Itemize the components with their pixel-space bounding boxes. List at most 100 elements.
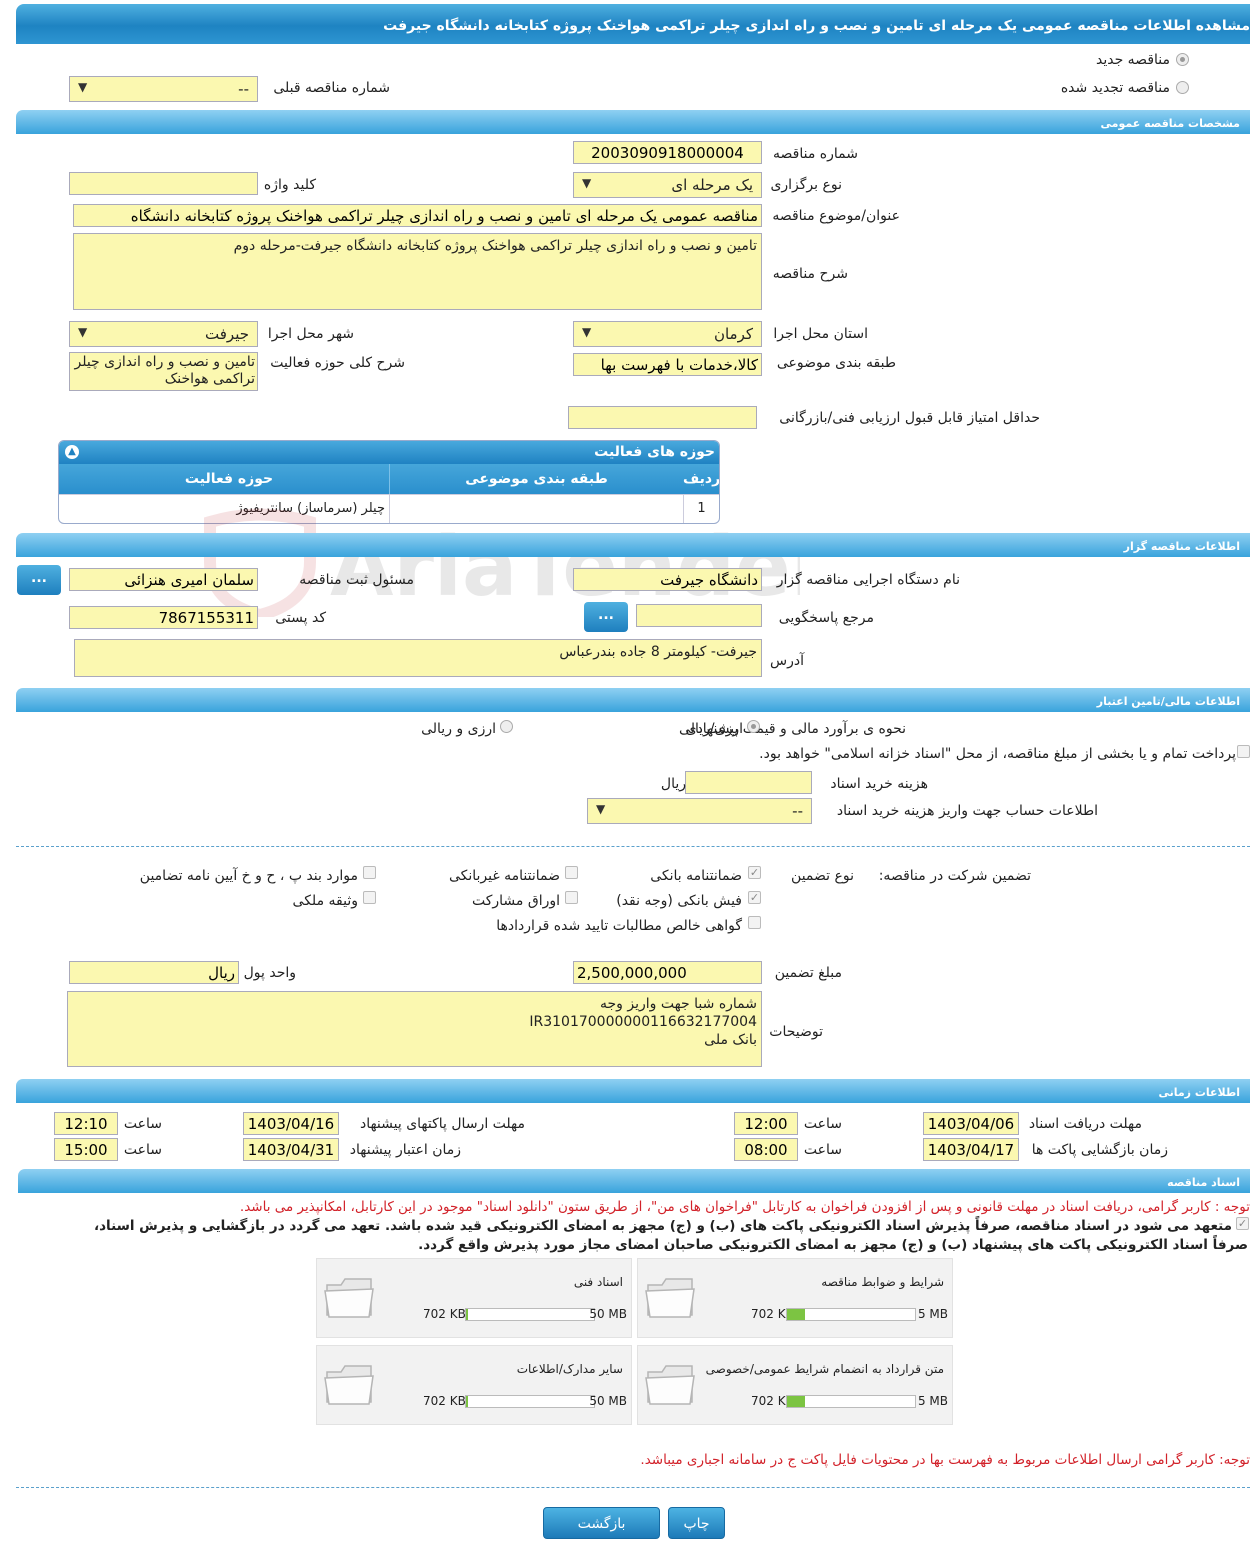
bank-receipt-checkbox[interactable]: ✓ [748,891,761,904]
radio-currency-and-rial-label: ارزی و ریالی [421,721,496,737]
send-deadline-date[interactable]: 1403/04/16 [243,1112,339,1135]
radio-new-tender[interactable] [1176,53,1189,66]
notes-label: توضیحات [769,1024,823,1040]
postal-code-label: کد پستی [275,610,326,626]
tender-desc-field[interactable]: تامین و نصب و راه اندازی چیلر تراکمی هوا… [73,233,762,310]
doc-deadline-time[interactable]: 12:00 [734,1112,798,1135]
reference-label: مرجع پاسخگویی [778,610,874,626]
doc-file-progress-fill [466,1396,468,1407]
activity-grid-header: حوزه های فعالیت ▲ [59,441,719,464]
doc-cost-label: هزینه خرید اسناد [830,776,928,792]
radio-currency-rial[interactable] [747,720,760,733]
commit-text-line1: متعهد می شود در اسناد مناقصه، صرفاً پذیر… [93,1218,1232,1234]
radio-currency-and-rial[interactable] [500,720,513,733]
bonds-checkbox[interactable] [565,891,578,904]
opening-date[interactable]: 1403/04/17 [923,1138,1019,1161]
doc-deadline-label: مهلت دریافت اسناد [1028,1116,1142,1132]
scope-label: شرح کلی حوزه فعالیت [270,355,405,371]
keyword-field[interactable] [69,172,258,195]
scope-field[interactable]: تامین و نصب و راه اندازی چیلر تراکمی هوا… [69,352,258,391]
city-label: شهر محل اجرا [267,326,354,342]
commit-text-line2: صرفاً اسناد الکترونیکی پاکت های پیشنهاد … [418,1237,1248,1253]
print-button[interactable]: چاپ [668,1507,725,1539]
province-select[interactable]: کرمان ▼ [573,321,762,347]
chevron-down-icon: ▼ [78,325,88,339]
city-select[interactable]: جیرفت ▼ [69,321,258,347]
bank-guarantee-checkbox[interactable]: ✓ [748,866,761,879]
commit-checkbox[interactable]: ✓ [1236,1217,1249,1230]
holding-type-select[interactable]: یک مرحله ای ▼ [573,172,762,198]
doc-file-max: 50 MB [589,1307,627,1321]
address-label: آدرس [770,653,804,669]
postal-code-field[interactable]: 7867155311 [69,606,258,629]
nonbank-guarantee-checkbox[interactable] [565,866,578,879]
holding-type-label: نوع برگزاری [770,177,842,193]
bank-guarantee-label: ضمانتنامه بانکی [650,868,742,884]
doc-file-progress [786,1395,916,1408]
doc-file-tile[interactable]: متن قرارداد به انضمام شرایط عمومی/خصوصی … [637,1345,953,1425]
back-button[interactable]: بازگشت [543,1507,660,1539]
guarantee-label: تضمین شرکت در مناقصه: [878,868,1031,884]
doc-cost-unit: ریال [660,776,686,792]
opening-time-label: ساعت [803,1142,842,1158]
responsible-field[interactable]: سلمان امیری هنزائی [69,568,258,591]
divider [16,1487,1250,1488]
min-score-field[interactable] [568,406,757,429]
items-bpjk-label: موارد بند پ ، ح و خ آیین نامه تضامین [139,868,358,884]
doc-file-used: 702 KB [423,1394,466,1408]
tender-title-field[interactable]: مناقصه عمومی یک مرحله ای تامین و نصب و ر… [73,204,762,227]
treasury-checkbox[interactable] [1237,745,1250,758]
folder-icon [324,1278,374,1318]
chevron-down-icon: ▼ [582,176,592,190]
radio-new-tender-label: مناقصه جدید [1095,52,1170,68]
currency-unit-field[interactable]: ریال [69,961,239,984]
doc-file-progress [465,1395,595,1408]
reference-lookup-button[interactable]: ... [584,602,628,632]
chevron-down-icon: ▼ [78,80,88,94]
category-label: طبقه بندی موضوعی [776,355,896,371]
org-name-label: نام دستگاه اجرایی مناقصه گزار [776,572,960,588]
claims-cert-label: گواهی خالص مطالبات تایید شده قراردادها [496,918,742,934]
property-checkbox[interactable] [363,891,376,904]
folder-icon [324,1365,374,1405]
account-info-select[interactable]: -- ▼ [587,798,812,824]
radio-renewed-tender[interactable] [1176,81,1189,94]
watermark-logo: AriaTender.neT [200,507,1021,622]
collapse-icon[interactable]: ▲ [65,445,79,459]
guarantee-amount-field[interactable]: 2,500,000,000 [573,961,762,984]
responsible-lookup-button[interactable]: ... [17,565,61,595]
bonds-label: اوراق مشارکت [471,893,560,909]
org-name-field[interactable]: دانشگاه جیرفت [573,568,762,591]
prev-tender-select[interactable]: -- ▼ [69,76,258,102]
doc-deadline-date[interactable]: 1403/04/06 [923,1112,1019,1135]
send-deadline-time[interactable]: 12:10 [54,1112,118,1135]
send-deadline-label: مهلت ارسال پاکتهای پیشنهاد [359,1116,525,1132]
page-title: مشاهده اطلاعات مناقصه عمومی یک مرحله ای … [16,4,1250,44]
claims-cert-checkbox[interactable] [748,916,761,929]
items-bpjk-checkbox[interactable] [363,866,376,879]
doc-file-progress [465,1308,595,1321]
doc-file-name: اسناد فنی [573,1275,623,1289]
category-field[interactable]: کالا،خدمات با فهرست بها [573,353,762,376]
doc-file-tile[interactable]: شرایط و ضوابط مناقصه 702 KB 5 MB [637,1258,953,1338]
validity-date[interactable]: 1403/04/31 [243,1138,339,1161]
doc-file-name: سایر مدارک/اطلاعات [516,1362,623,1376]
doc-cost-field[interactable] [685,771,812,794]
col-category: طبقه بندی موضوعی [389,464,683,494]
nonbank-guarantee-label: ضمانتنامه غیربانکی [448,868,560,884]
opening-time[interactable]: 08:00 [734,1138,798,1161]
address-field[interactable]: جیرفت- کیلومتر 8 جاده بندرعباس [74,639,762,677]
activity-grid-columns: ردیف طبقه بندی موضوعی حوزه فعالیت [59,464,719,494]
send-deadline-time-label: ساعت [123,1116,162,1132]
section-finance: اطلاعات مالی/تامین اعتبار [16,688,1250,712]
notes-field[interactable]: شماره شبا جهت واریز وجه IR31017000000011… [67,991,762,1067]
doc-file-tile[interactable]: اسناد فنی 702 KB 50 MB [316,1258,632,1338]
tender-number-field[interactable]: 2003090918000004 [573,141,762,164]
doc-file-tile[interactable]: سایر مدارک/اطلاعات 702 KB 50 MB [316,1345,632,1425]
watermark-shield-icon: AriaTender.neT [204,508,1021,622]
folder-icon [645,1365,695,1405]
validity-time[interactable]: 15:00 [54,1138,118,1161]
prev-tender-label: شماره مناقصه قبلی [273,80,390,96]
folder-icon [645,1278,695,1318]
reference-field[interactable] [636,604,762,627]
